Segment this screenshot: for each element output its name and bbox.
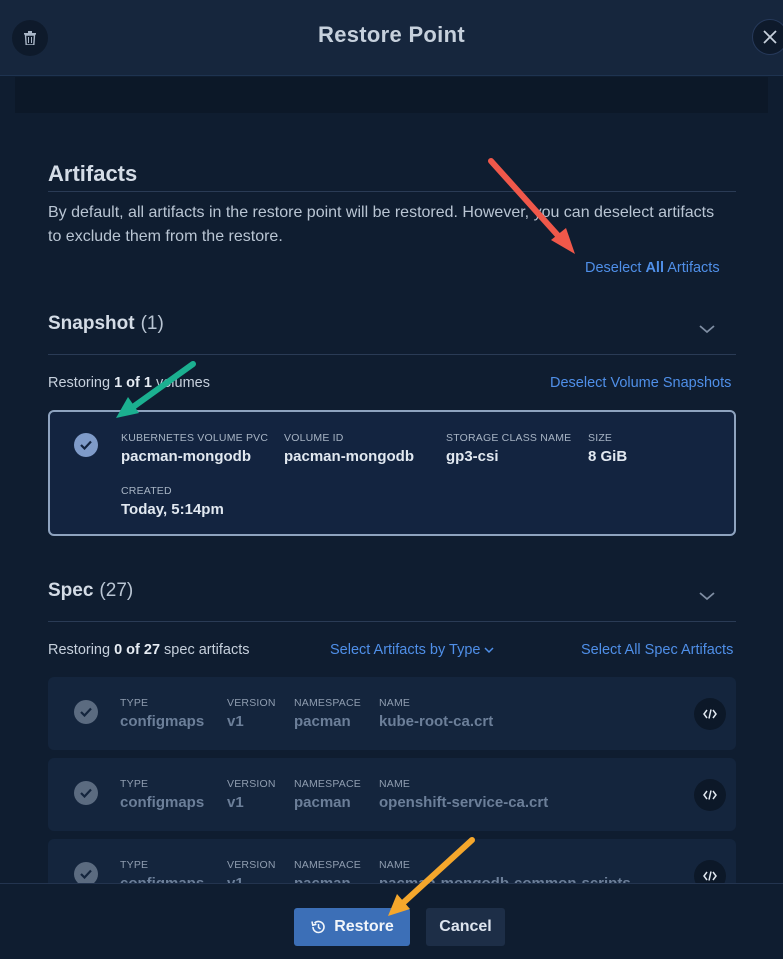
view-yaml-button[interactable]: [694, 779, 726, 811]
namespace-value: pacman: [294, 875, 351, 883]
namespace-label: NAMESPACE: [294, 697, 361, 709]
dialog-header: Restore Point: [0, 0, 783, 76]
restore-button[interactable]: Restore: [294, 908, 410, 946]
chevron-down-icon: [484, 647, 495, 653]
restoring-post: spec artifacts: [160, 642, 250, 658]
pvc-label: KUBERNETES VOLUME PVC: [121, 432, 269, 444]
restoring-pre: Restoring: [48, 642, 115, 658]
storage-class-value: gp3-csi: [446, 448, 499, 465]
spec-title-text: Spec: [48, 580, 94, 601]
deselect-all-artifacts-link[interactable]: Deselect All Artifacts: [585, 260, 720, 276]
created-label: CREATED: [121, 485, 172, 497]
code-icon: [703, 871, 717, 881]
restoring-bold: 1 of 1: [114, 375, 152, 391]
volume-checkbox[interactable]: [74, 433, 98, 457]
divider: [48, 191, 736, 192]
size-label: SIZE: [588, 432, 613, 444]
spec-checkbox[interactable]: [74, 781, 98, 805]
version-value: v1: [227, 794, 244, 811]
restoring-post: volumes: [151, 375, 210, 391]
snapshot-title-text: Snapshot: [48, 313, 135, 334]
select-all-spec-artifacts-link[interactable]: Select All Spec Artifacts: [581, 642, 733, 658]
close-button[interactable]: [752, 19, 783, 55]
dialog-content[interactable]: Artifacts By default, all artifacts in t…: [0, 113, 783, 883]
spec-count: (27): [99, 580, 134, 601]
volume-id-label: VOLUME ID: [284, 432, 344, 444]
namespace-label: NAMESPACE: [294, 778, 361, 790]
divider: [48, 354, 736, 355]
dialog-title: Restore Point: [318, 22, 465, 47]
version-label: VERSION: [227, 697, 276, 709]
chevron-down-icon[interactable]: [698, 590, 716, 602]
check-icon: [80, 440, 92, 450]
pvc-value: pacman-mongodb: [121, 448, 251, 465]
deselect-all-bold: All: [645, 260, 664, 276]
snapshot-count: (1): [140, 313, 164, 334]
volume-snapshot-card[interactable]: KUBERNETES VOLUME PVC pacman-mongodb VOL…: [48, 410, 736, 536]
name-label: NAME: [379, 778, 411, 790]
version-label: VERSION: [227, 859, 276, 871]
dialog-footer: Restore Cancel: [0, 883, 783, 959]
deselect-volume-snapshots-link[interactable]: Deselect Volume Snapshots: [550, 375, 731, 391]
divider: [48, 621, 736, 622]
storage-class-label: STORAGE CLASS NAME: [446, 432, 572, 444]
snapshot-restoring-count: Restoring 1 of 1 volumes: [48, 375, 210, 391]
cancel-button[interactable]: Cancel: [426, 908, 505, 946]
code-icon: [703, 709, 717, 719]
version-label: VERSION: [227, 778, 276, 790]
restoring-pre: Restoring: [48, 375, 115, 391]
select-by-type-label: Select Artifacts by Type: [330, 642, 481, 658]
type-label: TYPE: [120, 778, 149, 790]
deselect-all-post: Artifacts: [663, 260, 720, 276]
snapshot-title: Snapshot (1): [48, 313, 164, 335]
spec-restoring-count: Restoring 0 of 27 spec artifacts: [48, 642, 249, 658]
version-value: v1: [227, 713, 244, 730]
spec-artifact-row[interactable]: TYPE configmaps VERSION v1 NAMESPACE pac…: [48, 839, 736, 883]
restore-button-label: Restore: [334, 918, 394, 935]
type-label: TYPE: [120, 859, 149, 871]
check-icon: [80, 788, 92, 798]
name-label: NAME: [379, 697, 411, 709]
view-yaml-button[interactable]: [694, 860, 726, 883]
name-value: openshift-service-ca.crt: [379, 794, 549, 811]
check-icon: [80, 869, 92, 879]
top-strip: [15, 77, 768, 113]
type-value: configmaps: [120, 875, 204, 883]
spec-artifact-row[interactable]: TYPE configmaps VERSION v1 NAMESPACE pac…: [48, 758, 736, 831]
artifacts-title: Artifacts: [48, 161, 138, 186]
check-icon: [80, 707, 92, 717]
namespace-label: NAMESPACE: [294, 859, 361, 871]
namespace-value: pacman: [294, 794, 351, 811]
created-value: Today, 5:14pm: [121, 501, 224, 518]
spec-checkbox[interactable]: [74, 700, 98, 724]
spec-title: Spec (27): [48, 580, 133, 602]
view-yaml-button[interactable]: [694, 698, 726, 730]
artifacts-description: By default, all artifacts in the restore…: [48, 204, 715, 245]
select-artifacts-by-type-dropdown[interactable]: Select Artifacts by Type: [330, 642, 495, 658]
spec-artifact-row[interactable]: TYPE configmaps VERSION v1 NAMESPACE pac…: [48, 677, 736, 750]
restoring-bold: 0 of 27: [114, 642, 161, 658]
chevron-down-icon[interactable]: [698, 323, 716, 335]
type-value: configmaps: [120, 794, 205, 811]
type-value: configmaps: [120, 713, 205, 730]
restore-history-icon: [311, 920, 325, 934]
name-value: kube-root-ca.crt: [379, 713, 494, 730]
spec-checkbox[interactable]: [74, 862, 98, 883]
deselect-all-pre: Deselect: [585, 260, 646, 276]
code-icon: [703, 790, 717, 800]
volume-id-value: pacman-mongodb: [284, 448, 414, 465]
size-value: 8 GiB: [588, 448, 628, 465]
namespace-value: pacman: [294, 713, 351, 730]
close-icon: [763, 30, 777, 44]
name-label: NAME: [379, 859, 411, 871]
type-label: TYPE: [120, 697, 149, 709]
name-value: pacman-mongodb-common-scripts: [379, 875, 631, 883]
version-value: v1: [227, 875, 244, 883]
